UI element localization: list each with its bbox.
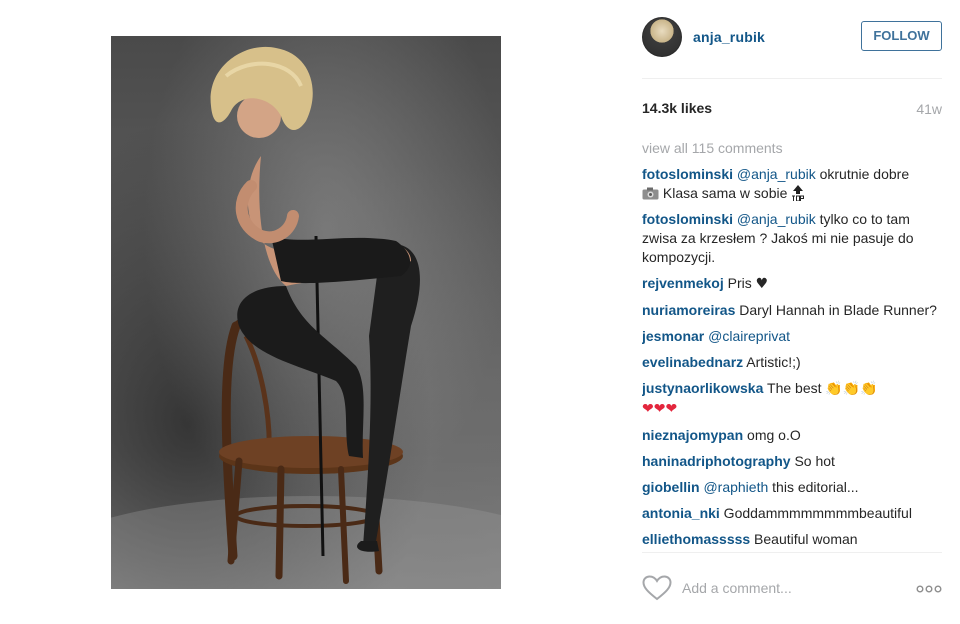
post-side-panel: anja_rubik FOLLOW 14.3k likes 41w view a… xyxy=(642,0,942,624)
comment-bar xyxy=(642,572,942,604)
comment-text: Beautiful woman xyxy=(750,531,858,547)
comment-username[interactable]: haninadriphotography xyxy=(642,453,791,469)
comment-text: Goddammmmmmmmbeautiful xyxy=(719,505,912,521)
comment-mention[interactable]: @anja_rubik xyxy=(737,211,816,227)
comment-username[interactable]: jesmonar xyxy=(642,328,704,344)
comment-username[interactable]: nuriamoreiras xyxy=(642,302,735,318)
more-options-icon[interactable] xyxy=(916,585,942,593)
likes-row: 14.3k likes 41w xyxy=(642,100,942,120)
photo-illustration xyxy=(111,46,501,589)
red-heart-icon: ❤❤❤ xyxy=(642,401,678,417)
comment-username[interactable]: nieznajomypan xyxy=(642,427,743,443)
divider xyxy=(642,78,942,79)
list-item: nuriamoreiras Daryl Hannah in Blade Runn… xyxy=(642,301,942,320)
comment-mention[interactable]: @raphieth xyxy=(703,479,768,495)
comment-text: Artistic!;) xyxy=(743,354,801,370)
view-all-comments-link[interactable]: view all 115 comments xyxy=(642,139,942,158)
camera-icon xyxy=(642,187,659,200)
comment-username[interactable]: fotoslominski xyxy=(642,166,733,182)
comment-username[interactable]: fotoslominski xyxy=(642,211,733,227)
list-item: haninadriphotography So hot xyxy=(642,452,942,471)
username-link[interactable]: anja_rubik xyxy=(693,29,765,45)
list-item: rejvenmekoj Pris ♥ xyxy=(642,274,942,294)
post-photo[interactable] xyxy=(111,36,501,589)
instagram-post-page: anja_rubik FOLLOW 14.3k likes 41w view a… xyxy=(0,0,960,624)
post-header: anja_rubik FOLLOW xyxy=(642,17,942,59)
clapping-hands-icon: 👏👏👏 xyxy=(825,381,878,397)
heart-suit-icon: ♥ xyxy=(755,276,769,292)
comment-text: Pris xyxy=(723,275,756,291)
list-item: fotoslominski @anja_rubik okrutnie dobre… xyxy=(642,165,942,203)
comment-text: this editorial... xyxy=(768,479,859,495)
list-item: nieznajomypan omg o.O xyxy=(642,426,942,445)
comment-text-tail: Klasa sama w sobie xyxy=(659,185,792,201)
avatar[interactable] xyxy=(642,17,682,57)
comment-text: Daryl Hannah in Blade Runner? xyxy=(735,302,937,318)
comment-text: omg o.O xyxy=(743,427,801,443)
follow-button[interactable]: FOLLOW xyxy=(861,21,942,51)
comment-username[interactable]: giobellin xyxy=(642,479,700,495)
likes-count[interactable]: 14.3k likes xyxy=(642,100,712,116)
post-age[interactable]: 41w xyxy=(916,101,942,117)
list-item: jesmonar @claireprivat xyxy=(642,327,942,346)
comment-text: okrutnie dobre xyxy=(815,166,910,182)
comment-username[interactable]: justynaorlikowska xyxy=(642,380,763,396)
comment-username[interactable]: evelinabednarz xyxy=(642,354,743,370)
list-item: fotoslominski @anja_rubik tylko co to ta… xyxy=(642,210,942,267)
comment-username[interactable]: elliethomasssss xyxy=(642,531,750,547)
comment-text: The best xyxy=(763,380,826,396)
list-item: antonia_nki Goddammmmmmmmbeautiful xyxy=(642,504,942,523)
comment-username[interactable]: antonia_nki xyxy=(642,505,720,521)
list-item: evelinabednarz Artistic!;) xyxy=(642,353,942,372)
heart-outline-icon[interactable] xyxy=(642,575,672,601)
comment-mention[interactable]: @claireprivat xyxy=(708,328,790,344)
comment-mention[interactable]: @anja_rubik xyxy=(737,166,816,182)
list-item: justynaorlikowska The best 👏👏👏 ❤❤❤ xyxy=(642,379,942,419)
list-item: elliethomasssss Beautiful woman xyxy=(642,530,942,549)
comment-text: So hot xyxy=(790,453,835,469)
divider xyxy=(642,552,942,553)
comments-list: view all 115 comments fotoslominski @anj… xyxy=(642,139,942,552)
top-icon xyxy=(791,185,806,201)
list-item: giobellin @raphieth this editorial... xyxy=(642,478,942,497)
comment-username[interactable]: rejvenmekoj xyxy=(642,275,724,291)
add-comment-input[interactable] xyxy=(682,578,902,598)
